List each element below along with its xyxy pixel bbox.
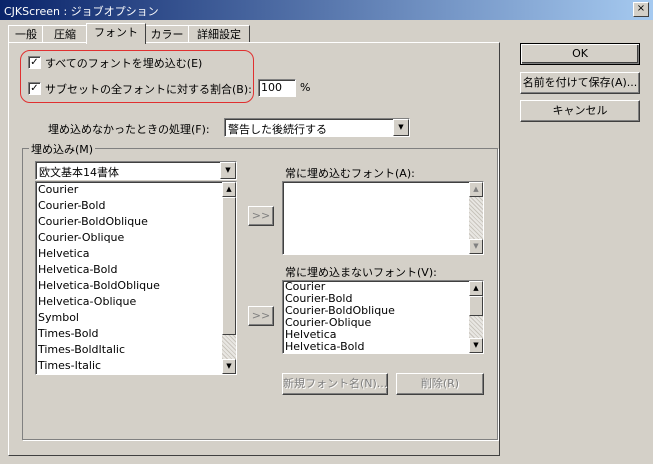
tab-color[interactable]: カラー <box>145 25 189 43</box>
scroll-down-icon[interactable]: ▼ <box>469 239 483 254</box>
list-item[interactable]: Helvetica-Bold <box>283 341 483 353</box>
list-item[interactable]: Helvetica <box>36 246 236 262</box>
list-item[interactable]: Courier-Bold <box>36 198 236 214</box>
never-embed-label: 常に埋め込まないフォント(V): <box>285 266 437 279</box>
always-embed-list[interactable]: ▲ ▼ <box>282 181 484 255</box>
fail-action-value: 警告した後続行する <box>228 123 327 136</box>
tab-compression[interactable]: 圧縮 <box>42 25 88 43</box>
embed-group-legend: 埋め込み(M) <box>29 141 96 157</box>
scroll-up-icon[interactable]: ▲ <box>469 182 483 197</box>
title-bar: CJKScreen : ジョブオプション × <box>0 0 653 20</box>
scroll-up-icon[interactable]: ▲ <box>222 182 236 197</box>
embed-all-checkbox[interactable]: ✓ <box>28 56 41 69</box>
save-as-button[interactable]: 名前を付けて保存(A)... <box>520 72 640 94</box>
delete-button[interactable]: 削除(R) <box>396 373 484 395</box>
list-item[interactable]: Symbol <box>36 310 236 326</box>
font-source-list[interactable]: Courier Courier-Bold Courier-BoldOblique… <box>35 181 237 375</box>
list-item[interactable]: Helvetica-Bold <box>36 262 236 278</box>
list-item[interactable]: Helvetica-BoldOblique <box>36 278 236 294</box>
window-title: CJKScreen : ジョブオプション <box>4 5 159 18</box>
list-item[interactable]: Helvetica-Oblique <box>36 294 236 310</box>
add-to-always-embed-button[interactable]: >> <box>248 206 274 226</box>
list-item[interactable]: Times-BoldItalic <box>36 342 236 358</box>
scroll-down-icon[interactable]: ▼ <box>222 359 236 374</box>
font-source-value: 欧文基本14書体 <box>39 166 119 179</box>
chevron-down-icon[interactable]: ▼ <box>220 162 236 179</box>
subset-label: サブセットの全フォントに対する割合(B): <box>45 83 252 96</box>
cancel-button[interactable]: キャンセル <box>520 100 640 122</box>
list-item[interactable]: Courier <box>36 182 236 198</box>
list-item[interactable]: Courier-Oblique <box>36 230 236 246</box>
embed-all-label: すべてのフォントを埋め込む(E) <box>45 57 203 70</box>
close-button[interactable]: × <box>633 2 649 17</box>
list-item[interactable]: Times-Italic <box>36 358 236 374</box>
fail-action-dropdown[interactable]: 警告した後続行する ▼ <box>224 118 410 137</box>
fail-action-label: 埋め込めなかったときの処理(F): <box>48 123 210 136</box>
list-item[interactable]: Courier-BoldOblique <box>36 214 236 230</box>
new-font-name-button[interactable]: 新規フォント名(N)... <box>282 373 388 395</box>
scroll-down-icon[interactable]: ▼ <box>469 338 483 353</box>
subset-percent-input[interactable]: 100 <box>258 79 296 97</box>
source-list-scrollbar[interactable]: ▲ ▼ <box>222 182 236 374</box>
font-source-dropdown[interactable]: 欧文基本14書体 ▼ <box>35 161 237 180</box>
never-embed-scrollbar[interactable]: ▲ ▼ <box>469 281 483 353</box>
ok-button[interactable]: OK <box>520 43 640 65</box>
always-embed-scrollbar[interactable]: ▲ ▼ <box>469 182 483 254</box>
add-to-never-embed-button[interactable]: >> <box>248 306 274 326</box>
chevron-down-icon[interactable]: ▼ <box>393 119 409 136</box>
tab-fonts[interactable]: フォント <box>86 23 146 44</box>
scroll-thumb[interactable] <box>222 197 236 335</box>
always-embed-label: 常に埋め込むフォント(A): <box>285 167 415 180</box>
list-item[interactable]: Times-Bold <box>36 326 236 342</box>
subset-checkbox[interactable]: ✓ <box>28 82 41 95</box>
scroll-up-icon[interactable]: ▲ <box>469 281 483 296</box>
scroll-thumb[interactable] <box>469 296 483 316</box>
never-embed-list[interactable]: Courier Courier-Bold Courier-BoldOblique… <box>282 280 484 354</box>
tab-advanced[interactable]: 詳細設定 <box>188 25 250 43</box>
tab-general[interactable]: 一般 <box>8 25 44 43</box>
percent-unit: % <box>300 81 311 94</box>
